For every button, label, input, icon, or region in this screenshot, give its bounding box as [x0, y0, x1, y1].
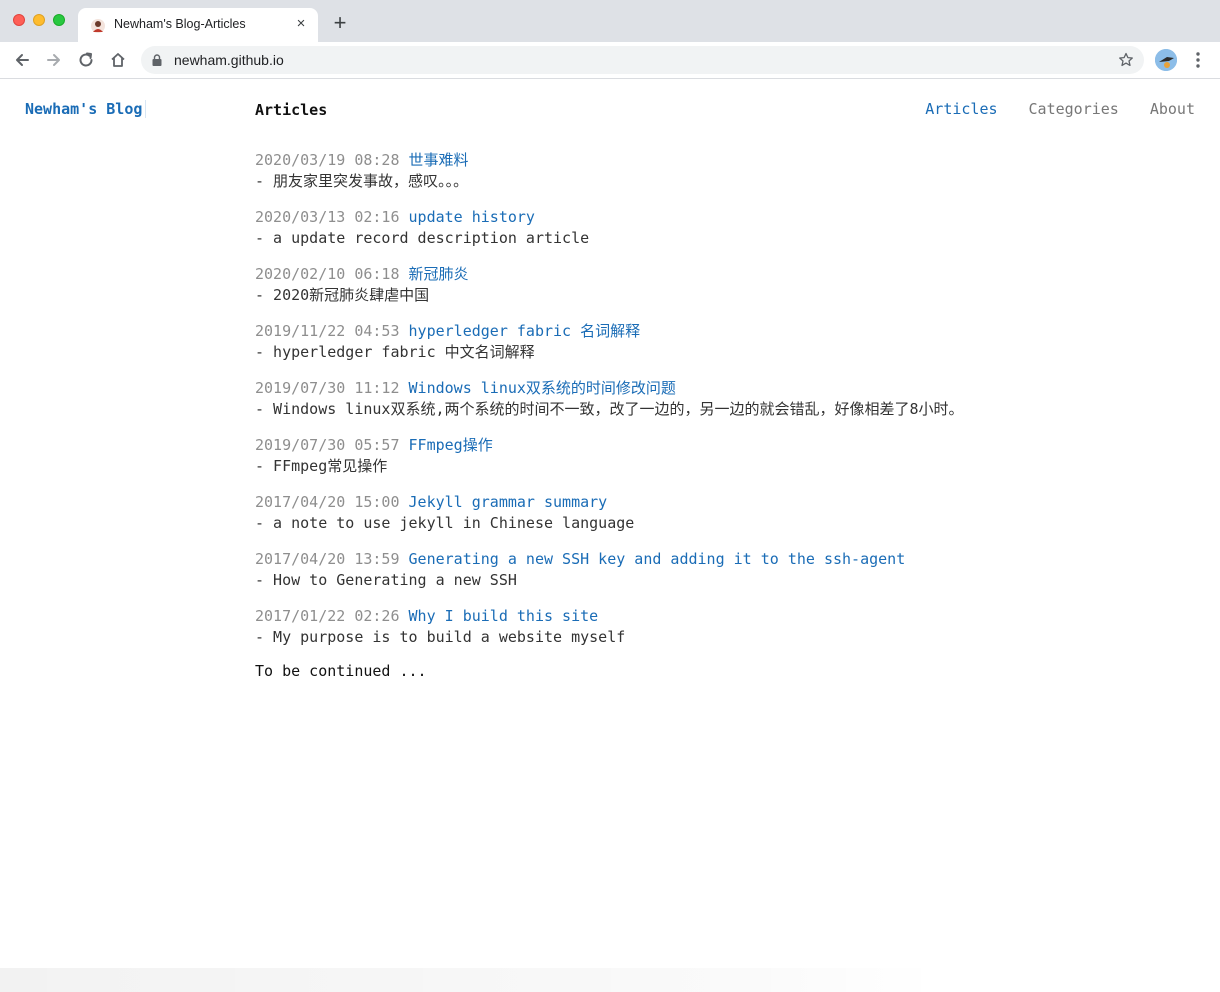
- post-title-link[interactable]: Windows linux双系统的时间修改问题: [409, 379, 676, 397]
- page-content: Newham's Blog Articles Articles Categori…: [0, 79, 1220, 992]
- post-date: 2017/04/20 13:59: [255, 550, 400, 568]
- lock-icon[interactable]: [152, 54, 162, 66]
- post-title-link[interactable]: FFmpeg操作: [409, 436, 493, 454]
- post-description: - Windows linux双系统,两个系统的时间不一致，改了一边的，另一边的…: [255, 400, 964, 418]
- post-title-link[interactable]: update history: [409, 208, 535, 226]
- post-description: - 朋友家里突发事故，感叹。。。: [255, 172, 469, 190]
- window-close-button[interactable]: [13, 14, 25, 26]
- post-date: 2017/04/20 15:00: [255, 493, 400, 511]
- post-list: 2020/03/19 08:28 世事难料 - 朋友家里突发事故，感叹。。。 2…: [255, 150, 1195, 663]
- post-date: 2020/03/13 02:16: [255, 208, 400, 226]
- post-title-link[interactable]: 新冠肺炎: [409, 265, 469, 283]
- reload-icon[interactable]: [77, 51, 95, 69]
- post-title-link[interactable]: 世事难料: [409, 151, 469, 169]
- post-description: - a note to use jekyll in Chinese langua…: [255, 514, 635, 532]
- nav-link-categories[interactable]: Categories: [1029, 100, 1119, 118]
- bottom-shadow: [0, 968, 940, 992]
- post-item: 2020/03/19 08:28 世事难料 - 朋友家里突发事故，感叹。。。: [255, 150, 1195, 207]
- post-title-link[interactable]: Why I build this site: [409, 607, 599, 625]
- nav-link-about[interactable]: About: [1150, 100, 1195, 118]
- post-item: 2019/07/30 05:57 FFmpeg操作 - FFmpeg常见操作: [255, 435, 1195, 492]
- post-item: 2020/02/10 06:18 新冠肺炎 - 2020新冠肺炎肆虐中国: [255, 264, 1195, 321]
- back-icon[interactable]: [13, 51, 31, 69]
- post-item: 2019/07/30 11:12 Windows linux双系统的时间修改问题…: [255, 378, 1195, 435]
- post-description: - My purpose is to build a website mysel…: [255, 628, 626, 646]
- post-date: 2019/11/22 04:53: [255, 322, 400, 340]
- new-tab-button[interactable]: +: [329, 12, 351, 35]
- browser-tab-active[interactable]: Newham's Blog-Articles ×: [78, 8, 318, 42]
- tab-close-icon[interactable]: ×: [293, 16, 309, 32]
- url-text[interactable]: newham.github.io: [174, 52, 284, 68]
- page-title: Articles: [255, 101, 328, 119]
- post-item: 2017/04/20 13:59 Generating a new SSH ke…: [255, 549, 1195, 606]
- post-date: 2020/02/10 06:18: [255, 265, 400, 283]
- star-icon[interactable]: [1118, 52, 1134, 68]
- address-bar[interactable]: newham.github.io: [141, 46, 1144, 74]
- post-description: - a update record description article: [255, 229, 590, 247]
- favicon-icon: [91, 19, 105, 33]
- site-brand-link[interactable]: Newham's Blog: [25, 100, 147, 118]
- window-minimize-button[interactable]: [33, 14, 45, 26]
- post-item: 2017/04/20 15:00 Jekyll grammar summary …: [255, 492, 1195, 549]
- post-item: 2020/03/13 02:16 update history - a upda…: [255, 207, 1195, 264]
- menu-icon[interactable]: [1190, 51, 1206, 69]
- post-title-link[interactable]: Generating a new SSH key and adding it t…: [409, 550, 906, 568]
- post-date: 2019/07/30 11:12: [255, 379, 400, 397]
- post-date: 2017/01/22 02:26: [255, 607, 400, 625]
- post-description: - FFmpeg常见操作: [255, 457, 388, 475]
- post-item: 2019/11/22 04:53 hyperledger fabric 名词解释…: [255, 321, 1195, 378]
- tab-title: Newham's Blog-Articles: [114, 17, 246, 31]
- window-maximize-button[interactable]: [53, 14, 65, 26]
- post-date: 2019/07/30 05:57: [255, 436, 400, 454]
- site-nav: Articles Categories About: [925, 100, 1195, 118]
- post-description: - 2020新冠肺炎肆虐中国: [255, 286, 430, 304]
- post-item: 2017/01/22 02:26 Why I build this site -…: [255, 606, 1195, 663]
- post-title-link[interactable]: hyperledger fabric 名词解释: [409, 322, 641, 340]
- post-description: - hyperledger fabric 中文名词解释: [255, 343, 535, 361]
- post-date: 2020/03/19 08:28: [255, 151, 400, 169]
- profile-icon[interactable]: [1155, 49, 1177, 71]
- to-be-continued-text: To be continued ...: [255, 662, 427, 680]
- post-description: - How to Generating a new SSH: [255, 571, 517, 589]
- browser-tab-bar: Newham's Blog-Articles × +: [0, 0, 1220, 42]
- home-icon[interactable]: [109, 51, 127, 69]
- nav-link-articles[interactable]: Articles: [925, 100, 997, 118]
- post-title-link[interactable]: Jekyll grammar summary: [409, 493, 608, 511]
- browser-toolbar: newham.github.io: [0, 42, 1220, 79]
- forward-icon[interactable]: [45, 51, 63, 69]
